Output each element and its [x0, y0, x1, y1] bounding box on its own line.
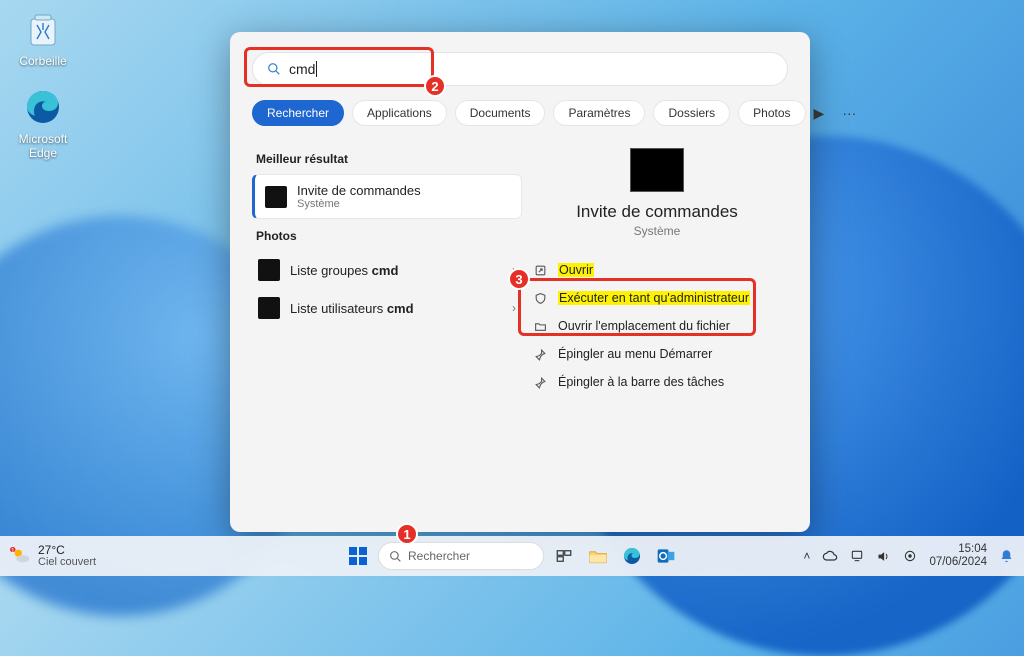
svg-text:1: 1	[11, 547, 15, 554]
folder-icon	[534, 320, 548, 333]
best-result-label: Meilleur résultat	[256, 152, 522, 166]
tab-parametres[interactable]: Paramètres	[553, 100, 645, 126]
action-pin-taskbar[interactable]: Épingler à la barre des tâches	[526, 368, 788, 396]
start-search-panel: cmd Rechercher Applications Documents Pa…	[230, 32, 810, 532]
play-icon[interactable]: ▶	[814, 105, 825, 122]
cmd-icon	[265, 186, 287, 208]
recycle-bin-icon	[22, 8, 64, 50]
task-view-button[interactable]	[550, 542, 578, 570]
result-item[interactable]: Liste utilisateurs cmd ›	[252, 289, 522, 327]
tab-rechercher[interactable]: Rechercher	[252, 100, 344, 126]
preview-subtitle: Système	[634, 224, 681, 238]
pin-icon	[534, 376, 548, 389]
tray-cloud-icon[interactable]	[822, 548, 838, 564]
photo-thumb-icon	[258, 297, 280, 319]
desktop-icon-label: Corbeille	[6, 54, 80, 68]
taskbar-search[interactable]: Rechercher	[378, 542, 544, 570]
tray-volume-icon[interactable]	[876, 549, 891, 564]
tab-applications[interactable]: Applications	[352, 100, 447, 126]
outlook-button[interactable]	[652, 542, 680, 570]
result-item[interactable]: Liste groupes cmd ›	[252, 251, 522, 289]
shield-icon	[534, 292, 548, 305]
search-icon	[389, 550, 402, 563]
explorer-button[interactable]	[584, 542, 612, 570]
search-filter-tabs: Rechercher Applications Documents Paramè…	[252, 100, 788, 126]
open-icon	[534, 264, 548, 277]
action-open[interactable]: Ouvrir	[526, 256, 788, 284]
cmd-large-icon	[630, 148, 684, 192]
result-preview: Invite de commandes Système	[526, 148, 788, 238]
weather-icon: 1	[10, 545, 32, 567]
search-query-text: cmd	[289, 61, 315, 77]
photo-thumb-icon	[258, 259, 280, 281]
taskbar-clock[interactable]: 15:04 07/06/2024	[929, 543, 987, 568]
search-input[interactable]: cmd	[252, 52, 788, 86]
desktop-icon-label: Microsoft Edge	[6, 132, 80, 160]
edge-icon	[22, 86, 64, 128]
taskbar-weather[interactable]: 1 27°C Ciel couvert	[10, 544, 96, 568]
notifications-button[interactable]	[999, 549, 1014, 564]
tab-dossiers[interactable]: Dossiers	[653, 100, 730, 126]
preview-actions: Ouvrir Exécuter en tant qu'administrateu…	[526, 256, 788, 396]
more-icon[interactable]: ···	[842, 105, 856, 122]
preview-title: Invite de commandes	[576, 202, 738, 222]
taskbar-search-placeholder: Rechercher	[408, 549, 470, 563]
best-result-item[interactable]: Invite de commandes Système	[252, 174, 522, 219]
action-pin-start[interactable]: Épingler au menu Démarrer	[526, 340, 788, 368]
tray-location-icon[interactable]	[903, 549, 917, 563]
chevron-right-icon: ›	[512, 301, 516, 315]
edge-button[interactable]	[618, 542, 646, 570]
chevron-right-icon: ›	[512, 263, 516, 277]
tray-chevron-icon[interactable]: ˄	[803, 549, 810, 563]
action-open-location[interactable]: Ouvrir l'emplacement du fichier	[526, 312, 788, 340]
best-result-subtitle: Système	[297, 198, 421, 210]
desktop-icon-edge[interactable]: Microsoft Edge	[6, 86, 80, 160]
action-run-as-admin[interactable]: Exécuter en tant qu'administrateur	[526, 284, 788, 312]
best-result-title: Invite de commandes	[297, 183, 421, 198]
tab-photos[interactable]: Photos	[738, 100, 805, 126]
taskbar-weather-label: Ciel couvert	[38, 557, 96, 569]
start-button[interactable]	[344, 542, 372, 570]
search-icon	[267, 62, 281, 76]
desktop-icon-recycle-bin[interactable]: Corbeille	[6, 8, 80, 68]
taskbar: 1 27°C Ciel couvert Rechercher ˄ 15:04 0…	[0, 536, 1024, 576]
photos-section-label: Photos	[256, 229, 522, 243]
tab-documents[interactable]: Documents	[455, 100, 546, 126]
taskbar-temp: 27°C	[38, 544, 96, 557]
pin-icon	[534, 348, 548, 361]
tray-network-icon[interactable]	[850, 549, 864, 563]
